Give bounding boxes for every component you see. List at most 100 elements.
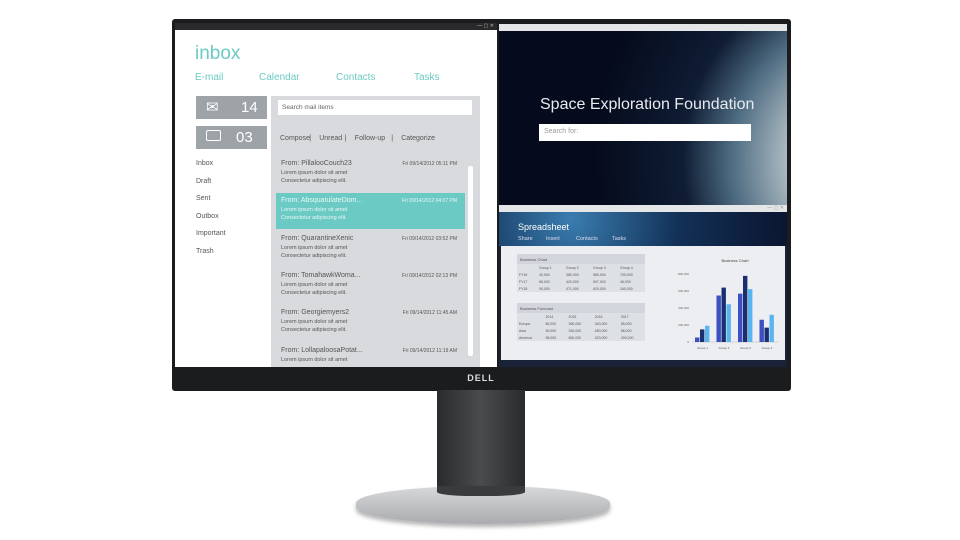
column-header: Group 2: [566, 265, 579, 270]
folder-important[interactable]: Important: [196, 230, 226, 237]
mail-date: Fri 09/14/2012 04:07 PM: [401, 198, 457, 205]
bar-group-4-series-2: [764, 327, 769, 342]
y-tick-label: 0: [687, 340, 689, 344]
mail-window: inbox E-mail Calendar Contacts Tasks ✉ 14…: [175, 30, 497, 367]
tab-tasks[interactable]: Tasks: [612, 236, 626, 242]
table-cell[interactable]: 380,000: [564, 271, 591, 278]
table-cell[interactable]: 55,000: [619, 320, 645, 327]
address-bar[interactable]: [499, 24, 787, 31]
toolbar-follow-up[interactable]: Follow-up: [355, 135, 385, 142]
folder-draft[interactable]: Draft: [196, 178, 211, 185]
table-cell[interactable]: 68,000: [619, 327, 645, 334]
nav-contacts[interactable]: Contacts: [336, 72, 375, 83]
mail-date: Fri 09/14/2012 02:13 PM: [401, 272, 457, 279]
bar-group-4-series-3: [769, 314, 774, 342]
table-cell[interactable]: 700,000: [618, 271, 645, 278]
folder-outbox[interactable]: Outbox: [196, 213, 219, 220]
bar-group-3-series-3: [748, 289, 753, 342]
monitor-stand-neck: [437, 390, 525, 498]
bar-group-1-series-1: [695, 337, 700, 342]
mail-date: Fri 09/14/2012 03:52 PM: [401, 235, 457, 242]
table-cell[interactable]: 580,000: [591, 271, 618, 278]
tab-contacts[interactable]: Contacts: [576, 236, 598, 242]
table-cell[interactable]: 65,000: [537, 278, 564, 285]
mail-window-titlebar: — ▢ ✕: [175, 23, 497, 30]
bar-group-2-series-3: [726, 304, 731, 342]
mail-date: Fri 09/14/2012 11:19 AM: [402, 347, 457, 354]
chat-counter[interactable]: 03: [196, 126, 267, 149]
table-cell[interactable]: FY18: [517, 285, 537, 292]
table-cell[interactable]: 40,000: [537, 271, 564, 278]
table-cell[interactable]: 330,000: [567, 327, 593, 334]
table-row: Asia 90,000 330,000 480,000 68,000: [517, 327, 645, 334]
mail-preview: Lorem ipsum dolor sit amet: [281, 244, 348, 251]
toolbar-unread[interactable]: Unread: [319, 135, 342, 142]
mail-preview: Consectetur adipiscing elit.: [281, 178, 347, 184]
site-search-input[interactable]: Search for:: [539, 124, 751, 141]
scrollbar[interactable]: [468, 166, 473, 356]
column-header: Group 1: [539, 265, 552, 270]
mail-preview: Consectetur adipiscing elit.: [281, 327, 347, 334]
column-header: Group 3: [593, 265, 606, 270]
table-cell[interactable]: 620,000: [591, 285, 618, 292]
window-controls-icon[interactable]: — ▢ ✕: [767, 205, 784, 211]
table-cell[interactable]: 660,000: [567, 334, 593, 341]
nav-email[interactable]: E-mail: [195, 72, 223, 83]
table-row: FY16 40,000 380,000 580,000 700,000: [517, 271, 645, 278]
mail-preview: Lorem ipsum dolor sit amet: [281, 356, 348, 363]
table-cell[interactable]: America: [517, 334, 543, 341]
table-cell[interactable]: 95,000: [543, 334, 566, 341]
mail-item[interactable]: From: Georgiemyers2 Fri 09/14/2012 11:45 …: [276, 305, 465, 341]
toolbar-categorize[interactable]: Categorize: [401, 135, 435, 142]
table-cell[interactable]: 65,000: [543, 320, 566, 327]
column-header: [517, 264, 537, 271]
table-cell[interactable]: 480,000: [593, 327, 619, 334]
folder-trash[interactable]: Trash: [196, 248, 214, 255]
table-cell[interactable]: 46,000: [618, 278, 645, 285]
mail-preview: Consectetur adipiscing elit.: [281, 252, 347, 259]
table-cell[interactable]: 160,000: [618, 285, 645, 292]
table-cell[interactable]: 420,000: [564, 278, 591, 285]
mail-item[interactable]: From: QuarantineXenic Fri 09/14/2012 03:5…: [276, 231, 465, 267]
tab-share[interactable]: Share: [518, 236, 533, 242]
nav-calendar[interactable]: Calendar: [259, 72, 300, 83]
table-cell[interactable]: 340,000: [593, 320, 619, 327]
toolbar-divider: |: [309, 135, 312, 142]
mail-item[interactable]: From: PillalooCouch23 Fri 09/14/2012 05:1…: [276, 156, 465, 192]
table-cell[interactable]: 507,000: [591, 278, 618, 285]
y-tick-label: 800,000: [678, 272, 689, 276]
table-cell[interactable]: 290,000: [619, 334, 645, 341]
table-cell[interactable]: Europe: [517, 320, 543, 327]
mail-item[interactable]: From: LollapaloosaPotat... Fri 09/14/2012…: [276, 343, 465, 379]
table-cell[interactable]: FY16: [517, 271, 537, 278]
table-cell[interactable]: FY17: [517, 278, 537, 285]
chart-title: Business Chart: [721, 258, 749, 263]
x-tick-label: Group 2: [719, 346, 730, 350]
tab-insert[interactable]: Insert: [546, 236, 560, 242]
bar-group-3-series-2: [743, 275, 748, 342]
chat-bubble-icon: [206, 130, 221, 141]
column-header: 2016: [594, 314, 603, 319]
table-title: Business Chart: [517, 254, 645, 264]
nav-tasks[interactable]: Tasks: [414, 72, 440, 83]
table-cell[interactable]: 90,000: [537, 285, 564, 292]
folder-inbox[interactable]: Inbox: [196, 160, 213, 167]
table-title: Business Forecast: [517, 303, 645, 313]
mail-item[interactable]: From: AbsquatulateDom... Fri 09/14/2012 0…: [276, 193, 465, 230]
mail-item[interactable]: From: TomahawkWoma... Fri 09/14/2012 02:1…: [276, 268, 465, 304]
table-cell[interactable]: 471,000: [564, 285, 591, 292]
table-cell[interactable]: 360,000: [567, 320, 593, 327]
column-header: Group 4: [620, 265, 633, 270]
mail-date: Fri 09/14/2012 11:45 AM: [402, 310, 457, 317]
table-cell[interactable]: 320,000: [593, 334, 619, 341]
folder-sent[interactable]: Sent: [196, 195, 210, 202]
window-controls-icon[interactable]: — ▢ ✕: [477, 23, 494, 29]
toolbar-compose[interactable]: Compose: [280, 135, 310, 142]
search-mail-input[interactable]: Search mail items: [278, 100, 472, 115]
table-cell[interactable]: Asia: [517, 327, 543, 334]
email-counter[interactable]: ✉ 14: [196, 96, 267, 119]
spreadsheet-title: Spreadsheet: [518, 222, 570, 232]
stand-joint: [437, 486, 525, 496]
bar-group-1-series-3: [705, 325, 710, 342]
table-cell[interactable]: 90,000: [543, 327, 566, 334]
